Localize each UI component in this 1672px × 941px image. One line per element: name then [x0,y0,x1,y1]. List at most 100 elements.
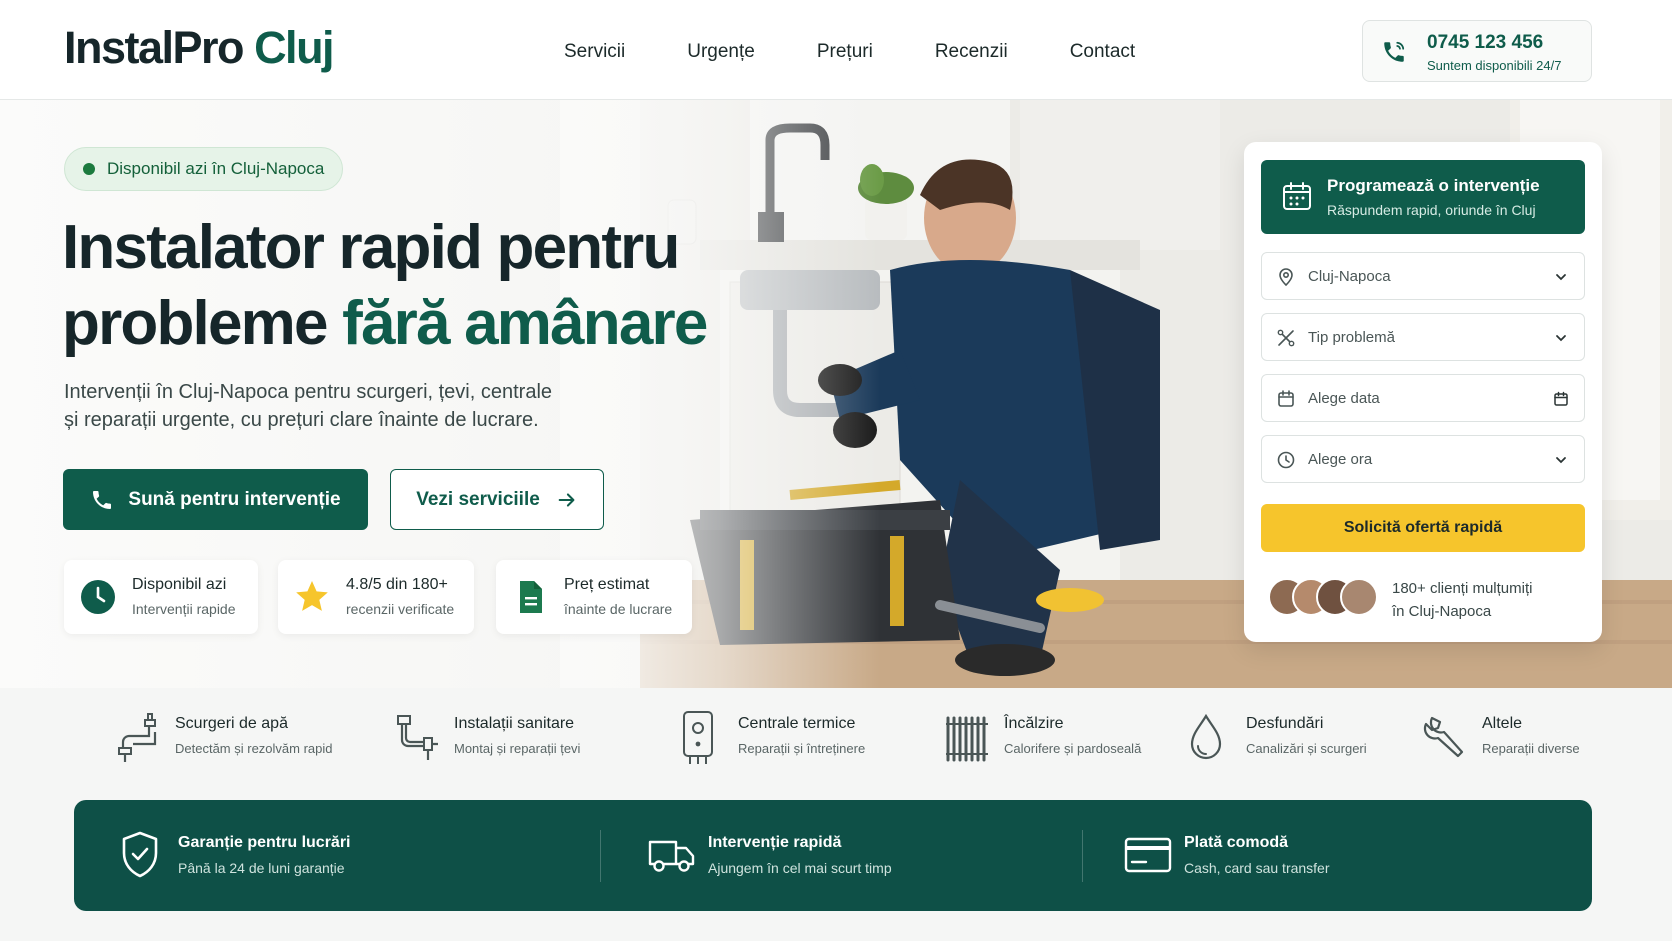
calendar-icon [1278,390,1294,407]
logo-main: InstalPro [64,22,245,73]
nav-urgente[interactable]: Urgențe [687,41,755,63]
hero-lead-line2: și reparații urgente, cu prețuri clare î… [64,409,539,431]
service-subtitle: Montaj și reparații țevi [454,741,581,756]
pipe-icon [397,715,438,760]
chevron-down-icon [1556,335,1566,342]
phone-icon [93,490,112,509]
service-title: Altele [1482,715,1523,732]
problem-type-placeholder: Tip problemă [1308,329,1395,346]
document-icon [520,581,542,613]
booking-subtitle: Răspundem rapid, oriunde în Cluj [1327,202,1536,218]
services-button[interactable]: Vezi serviciile [390,469,604,530]
request-offer-button[interactable]: Solicită ofertă rapidă [1261,504,1585,552]
phone-availability: Suntem disponibili 24/7 [1427,58,1562,73]
problem-type-select[interactable]: Tip problemă [1261,313,1585,361]
guarantee-title: Garanție pentru lucrări [178,834,351,851]
date-picker[interactable]: Alege data [1261,374,1585,422]
feature-title: Disponibil azi [132,576,227,593]
tools-icon [1277,329,1295,347]
guarantee-subtitle: Cash, card sau transfer [1184,860,1330,876]
hero-title-line1: Instalator rapid pentru [62,213,680,282]
shield-icon [122,831,158,878]
guarantee-title: Plată comodă [1184,834,1289,851]
location-value: Cluj-Napoca [1308,268,1391,285]
hero-lead: Intervenții în Cluj-Napoca pentru scurge… [64,378,584,434]
service-subtitle: Detectăm și rezolvăm rapid [175,741,333,756]
feature-available: Disponibil azi Intervenții rapide [64,560,258,634]
main-nav: Servicii Urgențe Prețuri Recenzii Contac… [564,41,1135,63]
feature-title: Preț estimat [564,576,650,593]
availability-text: Disponibil azi în Cluj-Napoca [107,159,325,178]
clock-icon [81,580,115,614]
avatar [1340,578,1378,616]
chevron-down-icon [1556,457,1566,464]
call-button[interactable]: Sună pentru intervenție [63,469,368,530]
header-phone-button[interactable]: 0745 123 456 Suntem disponibili 24/7 [1362,20,1592,82]
nav-servicii[interactable]: Servicii [564,41,625,63]
status-dot-icon [83,163,95,175]
calendar-icon [1283,182,1311,210]
divider [1082,830,1083,882]
service-subtitle: Canalizări și scurgeri [1246,741,1367,756]
calendar-small-icon [1554,391,1568,406]
truck-icon [648,840,695,872]
services-strip: Scurgeri de apă Detectăm și rezolvăm rap… [0,688,1672,798]
chevron-down-icon [1556,274,1566,281]
hero-section: Disponibil azi în Cluj-Napoca Instalator… [0,100,1672,688]
social-proof-line2: în Cluj-Napoca [1392,603,1492,620]
card-icon [1124,837,1172,873]
guarantee-title: Intervenție rapidă [708,834,842,851]
clock-icon [1277,451,1295,469]
divider [600,830,601,882]
service-subtitle: Calorifere și pardoseală [1004,741,1142,756]
hero-title-accent: fără amânare [342,289,708,358]
logo-accent: Cluj [254,22,335,73]
feature-subtitle: Intervenții rapide [132,601,236,617]
service-subtitle: Reparații și întreținere [738,741,866,756]
guarantee-subtitle: Ajungem în cel mai scurt timp [708,860,892,876]
nav-contact[interactable]: Contact [1070,41,1135,63]
nav-preturi[interactable]: Prețuri [817,41,873,63]
feature-subtitle: recenzii verificate [346,601,455,617]
feature-rating: 4.8/5 din 180+ recenzii verificate [278,560,474,634]
service-title: Desfundări [1246,715,1324,732]
arrow-right-icon [558,492,575,507]
service-title: Instalații sanitare [454,715,575,732]
logo[interactable]: InstalPro Cluj [64,22,335,74]
service-title: Centrale termice [738,715,856,732]
time-select[interactable]: Alege ora [1261,435,1585,483]
radiator-icon [946,716,988,762]
phone-number: 0745 123 456 [1427,32,1544,53]
availability-badge: Disponibil azi în Cluj-Napoca [64,147,344,191]
site-header: InstalPro Cluj Servicii Urgențe Prețuri … [0,0,1672,100]
hero-title: Instalator rapid pentru probleme fără am… [62,210,722,362]
hero-title-line2: probleme [62,289,328,358]
time-placeholder: Alege ora [1308,451,1373,468]
feature-subtitle: înainte de lucrare [564,601,673,617]
booking-title: Programează o intervenție [1327,176,1540,195]
booking-form: Programează o intervenție Răspundem rapi… [1244,142,1602,642]
service-subtitle: Reparații diverse [1482,741,1580,756]
guarantees-bar: Garanție pentru lucrări Până la 24 de lu… [74,800,1592,911]
nav-recenzii[interactable]: Recenzii [935,41,1008,63]
social-proof-line1: 180+ clienți mulțumiți [1392,580,1533,597]
service-title: Scurgeri de apă [175,715,288,732]
service-title: Încălzire [1004,715,1064,732]
location-pin-icon [1279,268,1293,287]
booking-header: Programează o intervenție Răspundem rapi… [1261,160,1585,234]
phone-icon [1384,41,1405,62]
services-button-label: Vezi serviciile [416,488,540,510]
boiler-icon [683,711,713,764]
feature-price: Preț estimat înainte de lucrare [496,560,692,634]
hero-lead-line1: Intervenții în Cluj-Napoca pentru scurge… [64,381,553,403]
feature-title: 4.8/5 din 180+ [346,576,448,593]
faucet-icon [118,713,157,762]
location-select[interactable]: Cluj-Napoca [1261,252,1585,300]
call-button-label: Sună pentru intervenție [128,488,341,510]
wrench-icon [1423,716,1464,758]
star-icon [296,581,328,611]
drop-icon [1190,713,1222,760]
guarantee-subtitle: Până la 24 de luni garanție [178,860,345,876]
customer-avatars [1268,578,1380,618]
date-placeholder: Alege data [1308,390,1380,407]
